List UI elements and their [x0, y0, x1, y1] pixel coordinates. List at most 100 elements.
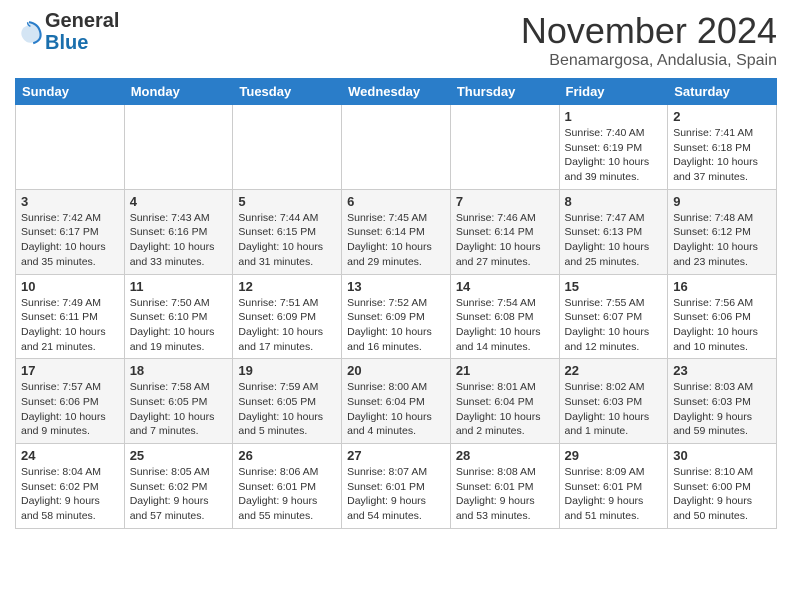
day-cell: 19 Sunrise: 7:59 AM Sunset: 6:05 PM Dayli… [233, 359, 342, 444]
weekday-header-row: SundayMondayTuesdayWednesdayThursdayFrid… [16, 79, 777, 105]
day-info: Sunrise: 7:56 AM Sunset: 6:06 PM Dayligh… [673, 296, 771, 355]
day-cell: 13 Sunrise: 7:52 AM Sunset: 6:09 PM Dayli… [342, 274, 451, 359]
week-row-0: 1Sunrise: 7:40 AM Sunset: 6:19 PM Daylig… [16, 105, 777, 190]
day-cell: 25 Sunrise: 8:05 AM Sunset: 6:02 PM Dayli… [124, 444, 233, 529]
day-number: 25 [130, 448, 228, 463]
week-row-1: 3Sunrise: 7:42 AM Sunset: 6:17 PM Daylig… [16, 189, 777, 274]
day-number: 24 [21, 448, 119, 463]
day-cell: 1Sunrise: 7:40 AM Sunset: 6:19 PM Daylig… [559, 105, 668, 190]
day-info: Sunrise: 8:08 AM Sunset: 6:01 PM Dayligh… [456, 465, 554, 524]
day-number: 16 [673, 279, 771, 294]
day-number: 23 [673, 363, 771, 378]
weekday-header-sunday: Sunday [16, 79, 125, 105]
day-number: 14 [456, 279, 554, 294]
day-number: 6 [347, 194, 445, 209]
day-info: Sunrise: 7:46 AM Sunset: 6:14 PM Dayligh… [456, 211, 554, 270]
day-cell: 12 Sunrise: 7:51 AM Sunset: 6:09 PM Dayli… [233, 274, 342, 359]
header: General Blue November 2024 Benamargosa, … [15, 10, 777, 70]
location: Benamargosa, Andalusia, Spain [521, 52, 777, 70]
day-number: 22 [565, 363, 663, 378]
day-info: Sunrise: 8:06 AM Sunset: 6:01 PM Dayligh… [238, 465, 336, 524]
day-info: Sunrise: 7:52 AM Sunset: 6:09 PM Dayligh… [347, 296, 445, 355]
day-cell: 28 Sunrise: 8:08 AM Sunset: 6:01 PM Dayli… [450, 444, 559, 529]
day-cell: 24 Sunrise: 8:04 AM Sunset: 6:02 PM Dayli… [16, 444, 125, 529]
day-cell: 22 Sunrise: 8:02 AM Sunset: 6:03 PM Dayli… [559, 359, 668, 444]
day-cell: 3Sunrise: 7:42 AM Sunset: 6:17 PM Daylig… [16, 189, 125, 274]
day-info: Sunrise: 7:41 AM Sunset: 6:18 PM Dayligh… [673, 126, 771, 185]
weekday-header-saturday: Saturday [668, 79, 777, 105]
week-row-3: 17 Sunrise: 7:57 AM Sunset: 6:06 PM Dayli… [16, 359, 777, 444]
day-number: 21 [456, 363, 554, 378]
day-info: Sunrise: 7:54 AM Sunset: 6:08 PM Dayligh… [456, 296, 554, 355]
day-cell: 6 Sunrise: 7:45 AM Sunset: 6:14 PM Daylig… [342, 189, 451, 274]
day-info: Sunrise: 8:01 AM Sunset: 6:04 PM Dayligh… [456, 380, 554, 439]
main-container: General Blue November 2024 Benamargosa, … [0, 0, 792, 539]
day-info: Sunrise: 8:04 AM Sunset: 6:02 PM Dayligh… [21, 465, 119, 524]
day-number: 5 [238, 194, 336, 209]
weekday-header-thursday: Thursday [450, 79, 559, 105]
day-info: Sunrise: 8:05 AM Sunset: 6:02 PM Dayligh… [130, 465, 228, 524]
day-info: Sunrise: 8:10 AM Sunset: 6:00 PM Dayligh… [673, 465, 771, 524]
week-row-2: 10 Sunrise: 7:49 AM Sunset: 6:11 PM Dayli… [16, 274, 777, 359]
day-number: 10 [21, 279, 119, 294]
day-info: Sunrise: 7:44 AM Sunset: 6:15 PM Dayligh… [238, 211, 336, 270]
day-cell: 10 Sunrise: 7:49 AM Sunset: 6:11 PM Dayli… [16, 274, 125, 359]
day-info: Sunrise: 8:02 AM Sunset: 6:03 PM Dayligh… [565, 380, 663, 439]
day-number: 28 [456, 448, 554, 463]
day-cell: 15Sunrise: 7:55 AM Sunset: 6:07 PM Dayli… [559, 274, 668, 359]
day-info: Sunrise: 7:45 AM Sunset: 6:14 PM Dayligh… [347, 211, 445, 270]
day-cell [124, 105, 233, 190]
day-number: 11 [130, 279, 228, 294]
day-number: 20 [347, 363, 445, 378]
day-cell [342, 105, 451, 190]
day-number: 30 [673, 448, 771, 463]
day-number: 1 [565, 109, 663, 124]
day-cell: 23 Sunrise: 8:03 AM Sunset: 6:03 PM Dayli… [668, 359, 777, 444]
day-cell: 5 Sunrise: 7:44 AM Sunset: 6:15 PM Daylig… [233, 189, 342, 274]
day-cell: 7 Sunrise: 7:46 AM Sunset: 6:14 PM Daylig… [450, 189, 559, 274]
day-cell: 9 Sunrise: 7:48 AM Sunset: 6:12 PM Daylig… [668, 189, 777, 274]
day-number: 12 [238, 279, 336, 294]
day-number: 15 [565, 279, 663, 294]
weekday-header-friday: Friday [559, 79, 668, 105]
day-number: 17 [21, 363, 119, 378]
weekday-header-monday: Monday [124, 79, 233, 105]
day-info: Sunrise: 7:59 AM Sunset: 6:05 PM Dayligh… [238, 380, 336, 439]
day-info: Sunrise: 7:49 AM Sunset: 6:11 PM Dayligh… [21, 296, 119, 355]
day-cell: 16 Sunrise: 7:56 AM Sunset: 6:06 PM Dayli… [668, 274, 777, 359]
day-cell: 29Sunrise: 8:09 AM Sunset: 6:01 PM Dayli… [559, 444, 668, 529]
day-number: 9 [673, 194, 771, 209]
day-info: Sunrise: 7:50 AM Sunset: 6:10 PM Dayligh… [130, 296, 228, 355]
day-cell: 18Sunrise: 7:58 AM Sunset: 6:05 PM Dayli… [124, 359, 233, 444]
week-row-4: 24 Sunrise: 8:04 AM Sunset: 6:02 PM Dayli… [16, 444, 777, 529]
day-info: Sunrise: 7:43 AM Sunset: 6:16 PM Dayligh… [130, 211, 228, 270]
day-info: Sunrise: 7:47 AM Sunset: 6:13 PM Dayligh… [565, 211, 663, 270]
day-number: 19 [238, 363, 336, 378]
day-info: Sunrise: 8:09 AM Sunset: 6:01 PM Dayligh… [565, 465, 663, 524]
day-cell: 27 Sunrise: 8:07 AM Sunset: 6:01 PM Dayli… [342, 444, 451, 529]
day-cell: 8 Sunrise: 7:47 AM Sunset: 6:13 PM Daylig… [559, 189, 668, 274]
weekday-header-wednesday: Wednesday [342, 79, 451, 105]
month-title: November 2024 [521, 10, 777, 52]
day-number: 7 [456, 194, 554, 209]
logo-line1: General [45, 10, 119, 32]
day-number: 8 [565, 194, 663, 209]
title-section: November 2024 Benamargosa, Andalusia, Sp… [521, 10, 777, 70]
logo-line2: Blue [45, 32, 119, 54]
day-info: Sunrise: 8:03 AM Sunset: 6:03 PM Dayligh… [673, 380, 771, 439]
day-cell: 14 Sunrise: 7:54 AM Sunset: 6:08 PM Dayli… [450, 274, 559, 359]
day-cell [450, 105, 559, 190]
day-cell: 30 Sunrise: 8:10 AM Sunset: 6:00 PM Dayli… [668, 444, 777, 529]
day-number: 27 [347, 448, 445, 463]
day-number: 13 [347, 279, 445, 294]
day-number: 2 [673, 109, 771, 124]
day-info: Sunrise: 7:51 AM Sunset: 6:09 PM Dayligh… [238, 296, 336, 355]
calendar-table: SundayMondayTuesdayWednesdayThursdayFrid… [15, 78, 777, 529]
day-cell: 2 Sunrise: 7:41 AM Sunset: 6:18 PM Daylig… [668, 105, 777, 190]
day-info: Sunrise: 7:57 AM Sunset: 6:06 PM Dayligh… [21, 380, 119, 439]
day-cell: 20 Sunrise: 8:00 AM Sunset: 6:04 PM Dayli… [342, 359, 451, 444]
day-info: Sunrise: 8:00 AM Sunset: 6:04 PM Dayligh… [347, 380, 445, 439]
day-info: Sunrise: 7:48 AM Sunset: 6:12 PM Dayligh… [673, 211, 771, 270]
day-number: 26 [238, 448, 336, 463]
day-info: Sunrise: 8:07 AM Sunset: 6:01 PM Dayligh… [347, 465, 445, 524]
